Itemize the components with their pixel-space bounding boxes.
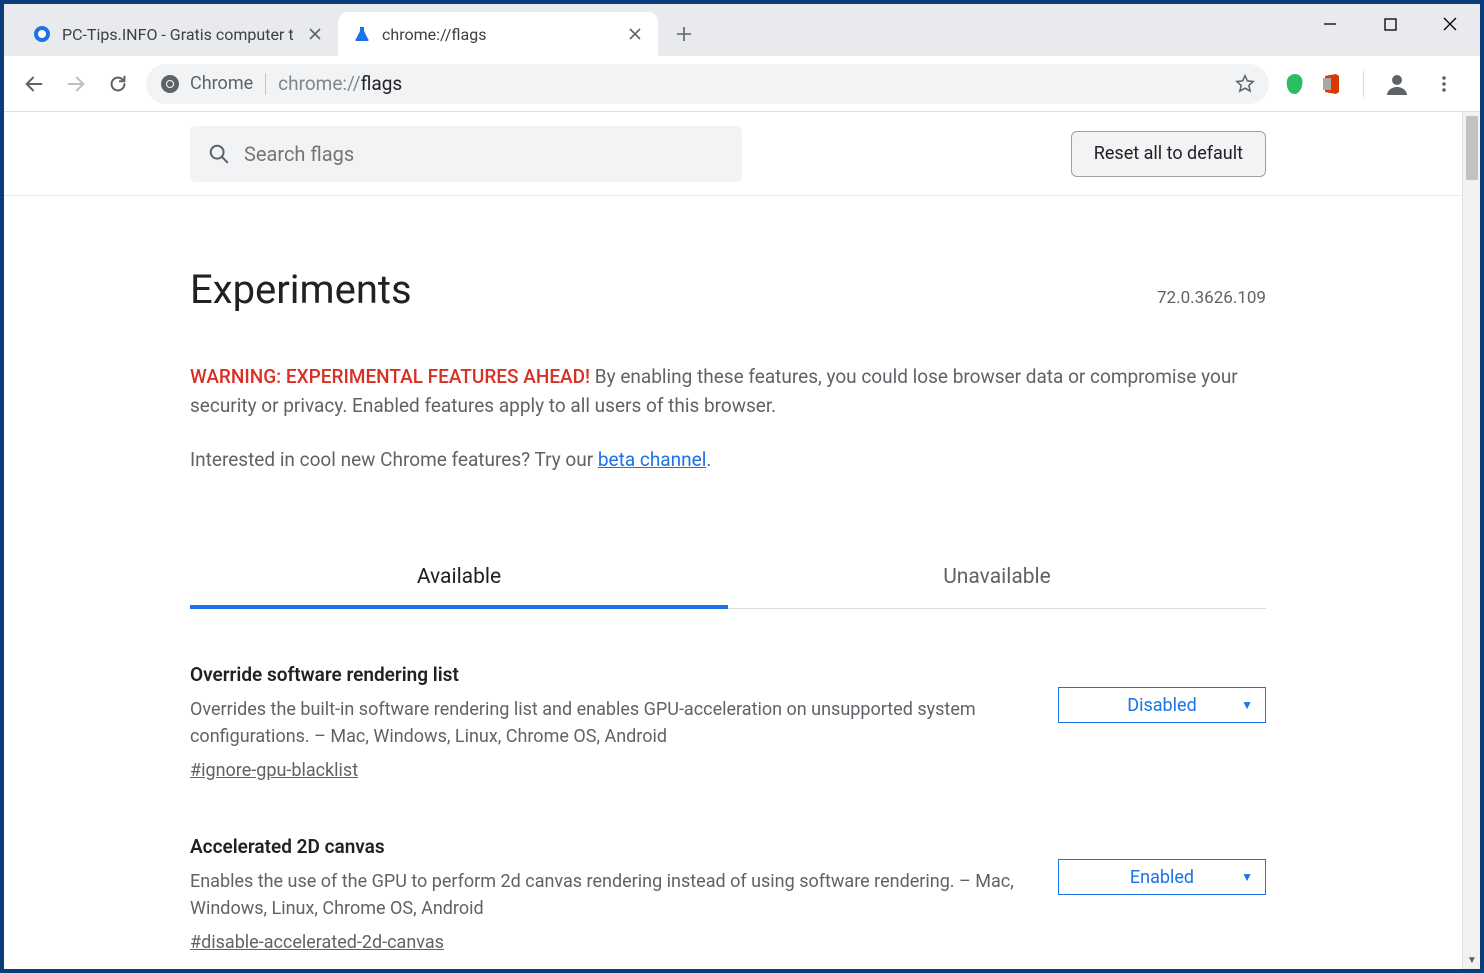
page-title: Experiments [190, 266, 412, 313]
titlebar: PC-Tips.INFO - Gratis computer t chrome:… [4, 4, 1480, 56]
browser-window: PC-Tips.INFO - Gratis computer t chrome:… [4, 4, 1480, 969]
forward-button[interactable] [56, 64, 96, 104]
tab-title: chrome://flags [382, 25, 618, 44]
browser-tab-inactive[interactable]: PC-Tips.INFO - Gratis computer t [18, 12, 338, 56]
tab-available[interactable]: Available [190, 549, 728, 609]
separator [1363, 71, 1364, 97]
content-area: Reset all to default Experiments 72.0.36… [4, 112, 1480, 969]
close-icon[interactable] [626, 25, 644, 43]
flag-title: Override software rendering list [190, 663, 1028, 686]
omnibox[interactable]: Chrome chrome://flags [146, 64, 1269, 104]
chevron-down-icon: ▼ [1241, 870, 1253, 884]
content-scroll: Reset all to default Experiments 72.0.36… [4, 112, 1462, 969]
flag-description: Overrides the built-in software renderin… [190, 696, 1028, 750]
minimize-button[interactable] [1300, 4, 1360, 44]
reload-button[interactable] [98, 64, 138, 104]
warning-heading: WARNING: EXPERIMENTAL FEATURES AHEAD! [190, 365, 590, 388]
flag-anchor-link[interactable]: #disable-accelerated-2d-canvas [190, 932, 444, 953]
search-flags-box[interactable] [190, 126, 742, 182]
office-extension-icon[interactable] [1321, 73, 1343, 95]
main-content: Experiments 72.0.3626.109 WARNING: EXPER… [4, 196, 1462, 953]
omnibox-url: chrome://flags [278, 72, 402, 95]
back-button[interactable] [14, 64, 54, 104]
flag-select[interactable]: Disabled ▼ [1058, 687, 1266, 723]
search-flags-input[interactable] [244, 142, 724, 166]
flag-select[interactable]: Enabled ▼ [1058, 859, 1266, 895]
browser-tab-active[interactable]: chrome://flags [338, 12, 658, 56]
omnibox-chip: Chrome [160, 73, 253, 94]
evernote-extension-icon[interactable] [1283, 72, 1307, 96]
new-tab-button[interactable] [666, 16, 702, 52]
chrome-icon [160, 74, 180, 94]
warning-text: WARNING: EXPERIMENTAL FEATURES AHEAD! By… [190, 363, 1266, 420]
tab-unavailable[interactable]: Unavailable [728, 549, 1266, 608]
flag-select-value: Enabled [1130, 867, 1194, 888]
toolbar: Chrome chrome://flags [4, 56, 1480, 112]
flag-description: Enables the use of the GPU to perform 2d… [190, 868, 1028, 922]
chrome-menu-button[interactable] [1424, 64, 1464, 104]
scrollbar-thumb[interactable] [1466, 116, 1478, 180]
flags-topbar: Reset all to default [4, 112, 1462, 196]
flags-tabs: Available Unavailable [190, 549, 1266, 609]
profile-avatar-icon[interactable] [1384, 71, 1410, 97]
close-window-button[interactable] [1420, 4, 1480, 44]
flask-icon [352, 24, 372, 44]
extension-icons [1277, 64, 1470, 104]
flag-select-value: Disabled [1127, 695, 1196, 716]
maximize-button[interactable] [1360, 4, 1420, 44]
favicon-icon [32, 24, 52, 44]
flag-item: Override software rendering list Overrid… [190, 663, 1266, 781]
bookmark-star-icon[interactable] [1235, 74, 1255, 94]
reset-all-button[interactable]: Reset all to default [1071, 131, 1266, 177]
flag-anchor-link[interactable]: #ignore-gpu-blacklist [190, 760, 358, 781]
beta-channel-text: Interested in cool new Chrome features? … [190, 448, 1266, 471]
close-icon[interactable] [306, 25, 324, 43]
flag-title: Accelerated 2D canvas [190, 835, 1028, 858]
separator [265, 73, 266, 95]
vertical-scrollbar[interactable]: ▼ [1462, 112, 1480, 969]
omnibox-chip-label: Chrome [190, 73, 253, 94]
search-icon [208, 143, 230, 165]
scroll-down-arrow-icon[interactable]: ▼ [1463, 951, 1481, 969]
tab-title: PC-Tips.INFO - Gratis computer t [62, 25, 298, 44]
chevron-down-icon: ▼ [1241, 698, 1253, 712]
beta-channel-link[interactable]: beta channel [598, 448, 706, 471]
window-controls [1300, 4, 1480, 44]
flag-item: Accelerated 2D canvas Enables the use of… [190, 835, 1266, 953]
version-label: 72.0.3626.109 [1157, 288, 1266, 308]
